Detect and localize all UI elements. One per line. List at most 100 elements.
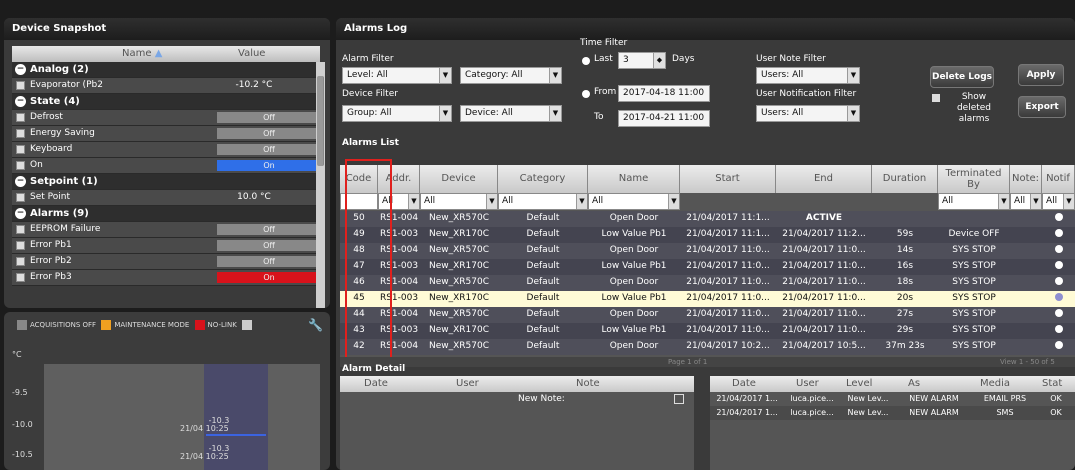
row-checkbox[interactable] [16, 81, 25, 90]
col-header[interactable]: Device [420, 165, 498, 193]
collapse-icon[interactable]: − [15, 208, 26, 219]
col-header[interactable]: Name [588, 165, 680, 193]
pager-text[interactable]: Page 1 of 1 [668, 357, 707, 367]
to-date-input[interactable]: 2017-04-21 11:00 [618, 110, 710, 127]
col-value-header[interactable]: Value [238, 48, 265, 59]
notif-stat-header[interactable]: Stat [1042, 378, 1062, 389]
alarm-row[interactable]: 45 RS1-003 New_XR170C Default Low Value Pb1 2… [340, 291, 1075, 307]
notification-dot-icon[interactable] [1055, 293, 1063, 301]
collapse-icon[interactable]: − [15, 64, 26, 75]
col-filter[interactable] [680, 193, 776, 210]
collapse-icon[interactable]: − [15, 176, 26, 187]
detail-date-header[interactable]: Date [364, 378, 388, 389]
snapshot-row[interactable]: Error Pb3 On [12, 270, 316, 286]
snapshot-row[interactable]: Keyboard Off [12, 142, 316, 158]
from-label: From [594, 87, 617, 97]
snapshot-group-row[interactable]: − State (4) [12, 94, 316, 110]
notification-dot-icon[interactable] [1055, 213, 1063, 221]
row-checkbox[interactable] [16, 241, 25, 250]
level-select[interactable]: Level: All ▼ [342, 67, 452, 84]
alarm-cell-cat: Default [526, 261, 560, 271]
row-checkbox[interactable] [16, 161, 25, 170]
col-filter[interactable]: All ▼ [938, 193, 1010, 210]
snapshot-row[interactable]: On On [12, 158, 316, 174]
collapse-icon[interactable]: − [15, 96, 26, 107]
from-radio[interactable] [582, 90, 590, 98]
col-filter[interactable]: All ▼ [498, 193, 588, 210]
notification-dot-icon[interactable] [1055, 245, 1063, 253]
export-button[interactable]: Export [1018, 96, 1066, 118]
notification-dot-icon[interactable] [1055, 309, 1063, 317]
alarm-row[interactable]: 49 RS1-003 New_XR170C Default Low Value Pb1 2… [340, 227, 1075, 243]
notif-as-header[interactable]: As [908, 378, 920, 389]
notification-dot-icon[interactable] [1055, 341, 1063, 349]
delete-logs-button[interactable]: Delete Logs [930, 66, 994, 88]
alarm-row[interactable]: 42 RS1-004 New_XR570C Default Open Door 21/04… [340, 339, 1075, 355]
row-checkbox[interactable] [16, 129, 25, 138]
notification-row[interactable]: 21/04/2017 1... luca.pice... New Lev... NEW… [710, 392, 1075, 406]
apply-button[interactable]: Apply [1018, 64, 1064, 86]
alarm-row[interactable]: 43 RS1-003 New_XR170C Default Low Value Pb1 2… [340, 323, 1075, 339]
snapshot-row[interactable]: Energy Saving Off [12, 126, 316, 142]
alarm-row[interactable]: 44 RS1-004 New_XR570C Default Open Door 21/04… [340, 307, 1075, 323]
snapshot-row[interactable]: Error Pb1 Off [12, 238, 316, 254]
snapshot-group-row[interactable]: − Setpoint (1) [12, 174, 316, 190]
col-name-header[interactable]: Name ▲ [122, 48, 162, 59]
alarm-row[interactable]: 47 RS1-003 New_XR170C Default Low Value Pb1 2… [340, 259, 1075, 275]
alarm-row[interactable]: 48 RS1-004 New_XR570C Default Open Door 21/04… [340, 243, 1075, 259]
alarm-row[interactable]: 46 RS1-004 New_XR570C Default Open Door 21/04… [340, 275, 1075, 291]
notification-dot-icon[interactable] [1055, 229, 1063, 237]
snapshot-scrollbar[interactable] [316, 62, 325, 308]
notification-row[interactable]: 21/04/2017 1... luca.pice... New Lev... NEW… [710, 406, 1075, 420]
snapshot-row[interactable]: EEPROM Failure Off [12, 222, 316, 238]
notif-date-header[interactable]: Date [732, 378, 756, 389]
snapshot-row[interactable]: Error Pb2 Off [12, 254, 316, 270]
notif-media-header[interactable]: Media [980, 378, 1010, 389]
notification-dot-icon[interactable] [1055, 325, 1063, 333]
detail-note-header[interactable]: Note [576, 378, 600, 389]
from-date-input[interactable]: 2017-04-18 11:00 [618, 85, 710, 102]
snapshot-row[interactable]: Evaporator (Pb2 -10.2 °C [12, 78, 316, 94]
show-deleted-checkbox[interactable] [932, 94, 940, 102]
category-select[interactable]: Category: All ▼ [460, 67, 562, 84]
col-filter[interactable]: All ▼ [420, 193, 498, 210]
col-header[interactable]: Notif [1042, 165, 1075, 193]
save-icon[interactable] [674, 394, 684, 404]
snapshot-row-name: Energy Saving [30, 128, 95, 138]
row-checkbox[interactable] [16, 273, 25, 282]
last-days-stepper[interactable]: 3 ◆ [618, 52, 666, 69]
snapshot-group-row[interactable]: − Alarms (9) [12, 206, 316, 222]
snapshot-row[interactable]: Defrost Off [12, 110, 316, 126]
col-filter[interactable]: All ▼ [1010, 193, 1042, 210]
col-header[interactable]: Duration [872, 165, 938, 193]
col-filter[interactable] [872, 193, 938, 210]
col-filter[interactable] [776, 193, 872, 210]
col-filter[interactable]: All ▼ [1042, 193, 1075, 210]
notif-users-select[interactable]: Users: All ▼ [756, 105, 860, 122]
group-select[interactable]: Group: All ▼ [342, 105, 452, 122]
row-checkbox[interactable] [16, 257, 25, 266]
device-select[interactable]: Device: All ▼ [460, 105, 562, 122]
notif-level-header[interactable]: Level [846, 378, 872, 389]
notification-dot-icon[interactable] [1055, 261, 1063, 269]
alarm-row[interactable]: 50 RS1-004 New_XR570C Default Open Door 21/04… [340, 211, 1075, 227]
row-checkbox[interactable] [16, 193, 25, 202]
notif-user-header[interactable]: User [796, 378, 819, 389]
col-header[interactable]: Start [680, 165, 776, 193]
snapshot-group-row[interactable]: − Analog (2) [12, 62, 316, 78]
col-header[interactable]: Note: [1010, 165, 1042, 193]
col-header[interactable]: End [776, 165, 872, 193]
wrench-icon[interactable]: 🔧 [308, 318, 323, 332]
last-radio[interactable] [582, 57, 590, 65]
detail-user-header[interactable]: User [456, 378, 479, 389]
notification-dot-icon[interactable] [1055, 277, 1063, 285]
chart-plot-area[interactable]: -10.3 21/04 10:25 -10.3 21/04 10:25 [44, 364, 320, 470]
row-checkbox[interactable] [16, 145, 25, 154]
snapshot-row[interactable]: Set Point 10.0 °C [12, 190, 316, 206]
row-checkbox[interactable] [16, 113, 25, 122]
row-checkbox[interactable] [16, 225, 25, 234]
note-users-select[interactable]: Users: All ▼ [756, 67, 860, 84]
col-header[interactable]: Terminated By [938, 165, 1010, 193]
col-header[interactable]: Category [498, 165, 588, 193]
col-filter[interactable]: All ▼ [588, 193, 680, 210]
